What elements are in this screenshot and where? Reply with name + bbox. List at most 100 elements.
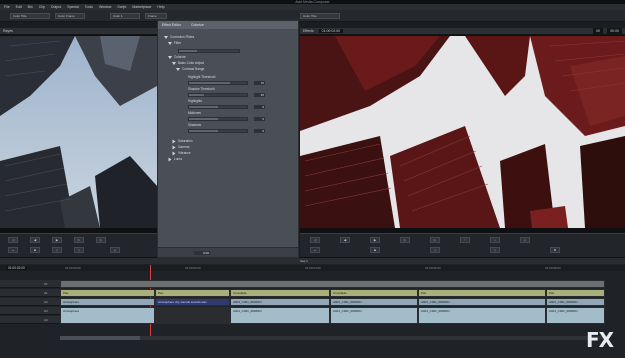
source-mark-out-button[interactable]: ▷ xyxy=(96,237,106,243)
track-head-a3[interactable]: A3 xyxy=(0,307,60,315)
effect-row-colorize[interactable]: Colorize xyxy=(168,55,186,60)
empty-filler[interactable] xyxy=(155,307,230,324)
timeline-toolbar: Seq 1 xyxy=(0,258,625,264)
timeline-ruler[interactable]: 01:00:02:00 01:00:00:00 01:00:02:00 01:0… xyxy=(0,265,625,271)
menu-help[interactable]: Help xyxy=(157,5,164,9)
video-clip[interactable]: Crossfade xyxy=(330,289,418,297)
source-video-frame[interactable] xyxy=(0,36,157,228)
expand-icon xyxy=(172,61,176,65)
record-extract-button[interactable]: ↓ xyxy=(490,237,500,243)
effect-row-luma[interactable]: Luma xyxy=(168,157,182,162)
record-step-button[interactable]: ▷ xyxy=(400,237,410,243)
menu-script[interactable]: Script xyxy=(117,5,126,9)
record-render-button[interactable]: ⚙ xyxy=(550,247,560,253)
source-go-in-button[interactable]: | xyxy=(52,247,62,253)
effect-editor-footer: 0:00 xyxy=(158,247,298,257)
video-clip[interactable]: Crossfade xyxy=(230,289,330,297)
audio-clip[interactable]: A001_C001_0826RN xyxy=(330,307,418,324)
menu-file[interactable]: File xyxy=(4,5,10,9)
source-overwrite-button[interactable]: ■ xyxy=(30,247,40,253)
menu-output[interactable]: Output xyxy=(51,5,62,9)
source-step-button[interactable]: ▷ xyxy=(74,237,84,243)
track-head-a1[interactable]: A1 xyxy=(0,289,60,297)
track-head-a4[interactable]: A4 xyxy=(0,316,60,324)
record-monitor: Effects 01:00:02:00 00 00:00 ◁ ◀ ▶ ▷ ▷ ↑… xyxy=(300,28,625,258)
record-mark-out-button[interactable]: ▷ xyxy=(430,237,440,243)
audio-clip-selected[interactable]: Atmosphere city sounds sounds.wav xyxy=(155,298,230,306)
menu-marketplace[interactable]: Marketplace xyxy=(132,5,151,9)
source-match-frame-button[interactable]: ◇ xyxy=(110,247,120,253)
record-effect-mode-button[interactable]: ■ xyxy=(370,247,380,253)
toolbar-dropdown-1[interactable]: Color Title xyxy=(10,13,50,19)
effect-row-contrast[interactable]: Contrast Range xyxy=(176,67,204,72)
menu-clip[interactable]: Clip xyxy=(39,5,45,9)
audio-clip[interactable]: A001_C001_0826RN xyxy=(546,307,605,324)
record-mark-in-button[interactable]: ◁ xyxy=(310,237,320,243)
audio-clip[interactable]: A001_C001_0826RN xyxy=(418,298,546,306)
source-splice-button[interactable]: + xyxy=(8,247,18,253)
highlights-value[interactable]: 0 xyxy=(254,105,265,109)
toolbar-dropdown-5[interactable]: Color Title xyxy=(300,13,340,19)
highlights-slider[interactable] xyxy=(188,105,248,109)
record-trim-button[interactable]: ◇ xyxy=(520,237,530,243)
source-clip-name[interactable]: Rayes xyxy=(3,29,13,33)
highlight-threshold-value[interactable]: 70 xyxy=(254,81,265,85)
shadows-slider[interactable] xyxy=(188,129,248,133)
expand-icon xyxy=(172,145,176,150)
audio-clip[interactable]: A001_C001_0826RN xyxy=(546,298,605,306)
shadows-value[interactable]: 0 xyxy=(254,129,265,133)
audio-clip[interactable]: A001_C001_0826RN xyxy=(418,307,546,324)
effect-row-gamma[interactable]: Gamma xyxy=(172,145,189,150)
video-clip[interactable]: Pan xyxy=(546,289,605,297)
track-head-v1[interactable]: V1 xyxy=(0,280,60,288)
toolbar-dropdown-2[interactable]: Color Frame xyxy=(55,13,85,19)
effect-row-saturation[interactable]: Saturation xyxy=(172,139,193,144)
video-clip[interactable]: Pan xyxy=(418,289,546,297)
effect-row-correction[interactable]: Correction Filters xyxy=(164,35,194,40)
shadow-threshold-slider[interactable] xyxy=(188,93,248,97)
menu-special[interactable]: Special xyxy=(67,5,78,9)
ruler-tick: 01:00:00:00 xyxy=(65,266,81,270)
video-clip[interactable]: Pan xyxy=(60,289,155,297)
highlight-threshold-slider[interactable] xyxy=(188,81,248,85)
menu-window[interactable]: Window xyxy=(99,5,111,9)
toolbar-dropdown-3[interactable]: Color 1 xyxy=(110,13,140,19)
record-splice-button[interactable]: + xyxy=(310,247,320,253)
source-play-reverse-button[interactable]: ◀ xyxy=(30,237,40,243)
source-play-button[interactable]: ▶ xyxy=(52,237,62,243)
timeline-scrollbar[interactable] xyxy=(60,336,605,340)
highlight-threshold-label: Highlight Threshold xyxy=(188,75,216,79)
filler-clip[interactable] xyxy=(60,280,605,288)
effect-footer-value[interactable]: 0:00 xyxy=(194,251,210,255)
effect-row-filter[interactable]: Filter xyxy=(168,41,181,46)
audio-clip[interactable]: A001_C001_0826RN xyxy=(230,298,330,306)
timeline-scroll-thumb[interactable] xyxy=(60,336,140,340)
audio-clip[interactable]: Atmosphere xyxy=(60,307,155,324)
record-play-button[interactable]: ▶ xyxy=(370,237,380,243)
source-go-out-button[interactable]: | xyxy=(74,247,84,253)
filter-dropdown[interactable] xyxy=(178,49,240,53)
midtones-slider[interactable] xyxy=(188,117,248,121)
effect-row-basic[interactable]: Basic Color Adjust xyxy=(172,61,204,66)
source-mark-in-button[interactable]: ◁ xyxy=(8,237,18,243)
audio-clip[interactable]: A001_C001_0826RN xyxy=(330,298,418,306)
toolbar-dropdown-4[interactable]: Frame xyxy=(145,13,167,19)
audio-clip[interactable]: A001_C001_0826RN xyxy=(230,307,330,324)
shadow-threshold-value[interactable]: 25 xyxy=(254,93,265,97)
record-play-reverse-button[interactable]: ◀ xyxy=(340,237,350,243)
menu-tools[interactable]: Tools xyxy=(85,5,93,9)
record-go-in-button[interactable]: | xyxy=(430,247,440,253)
source-transport-controls: ◁ ◀ ▶ ▷ ▷ + ■ | | ◇ xyxy=(0,233,157,257)
record-lift-button[interactable]: ↑ xyxy=(460,237,470,243)
record-video-frame[interactable] xyxy=(300,36,625,228)
audio-clip[interactable]: Atmosphere xyxy=(60,298,155,306)
track-head-a2[interactable]: A2 xyxy=(0,298,60,306)
record-clip-name[interactable]: Effects xyxy=(303,29,314,33)
effect-editor-tab[interactable]: Colorize xyxy=(191,23,204,27)
effect-row-vibrance[interactable]: Vibrance xyxy=(172,151,191,156)
midtones-value[interactable]: 0 xyxy=(254,117,265,121)
video-clip[interactable]: Pan xyxy=(155,289,230,297)
menu-bin[interactable]: Bin xyxy=(28,5,33,9)
menu-edit[interactable]: Edit xyxy=(16,5,22,9)
record-go-out-button[interactable]: | xyxy=(490,247,500,253)
